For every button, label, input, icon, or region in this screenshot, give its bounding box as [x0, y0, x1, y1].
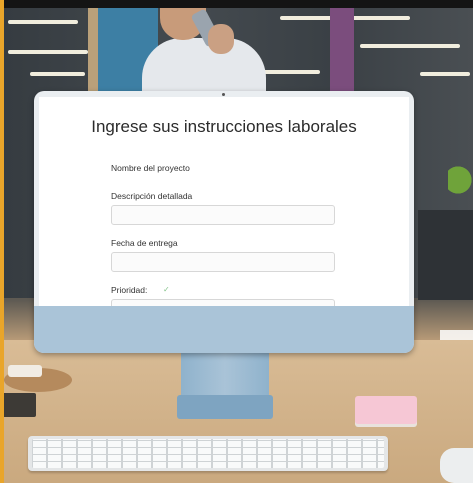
- wood-pillar: [88, 8, 98, 93]
- ceiling-light: [420, 72, 470, 76]
- keyboard: [28, 436, 388, 471]
- office-scene: Ingrese sus instrucciones laborales Nomb…: [0, 0, 473, 483]
- top-black-bar: [0, 0, 473, 8]
- monitor-screen: Ingrese sus instrucciones laborales Nomb…: [39, 97, 409, 306]
- ceiling-light: [8, 50, 88, 54]
- priority-label: Prioridad:: [111, 285, 148, 295]
- mouse: [440, 448, 473, 483]
- ceiling-light: [8, 20, 78, 24]
- monitor-stand: [181, 352, 269, 396]
- monitor-chin: [34, 306, 414, 353]
- tray-item: [8, 365, 42, 377]
- monitor: Ingrese sus instrucciones laborales Nomb…: [34, 91, 414, 353]
- camera-dot: [222, 93, 225, 96]
- project-name-label: Nombre del proyecto: [111, 163, 190, 173]
- description-input[interactable]: [111, 205, 335, 225]
- ceiling-light: [360, 44, 460, 48]
- due-date-input[interactable]: [111, 252, 335, 272]
- form-title: Ingrese sus instrucciones laborales: [91, 117, 357, 136]
- ceiling-light: [30, 72, 85, 76]
- book: [2, 393, 36, 417]
- priority-check-icon: ✓: [163, 285, 170, 294]
- description-label: Descripción detallada: [111, 191, 193, 201]
- plant: [448, 150, 473, 210]
- keyboard-rows: [32, 439, 384, 468]
- side-desk: [418, 210, 473, 300]
- monitor-foot: [177, 395, 273, 419]
- purple-pillar: [330, 8, 354, 93]
- left-accent-edge: [0, 0, 4, 483]
- sticky-notepad: [355, 396, 417, 424]
- due-date-label: Fecha de entrega: [111, 238, 178, 248]
- priority-input[interactable]: [111, 299, 335, 306]
- hand: [208, 24, 234, 54]
